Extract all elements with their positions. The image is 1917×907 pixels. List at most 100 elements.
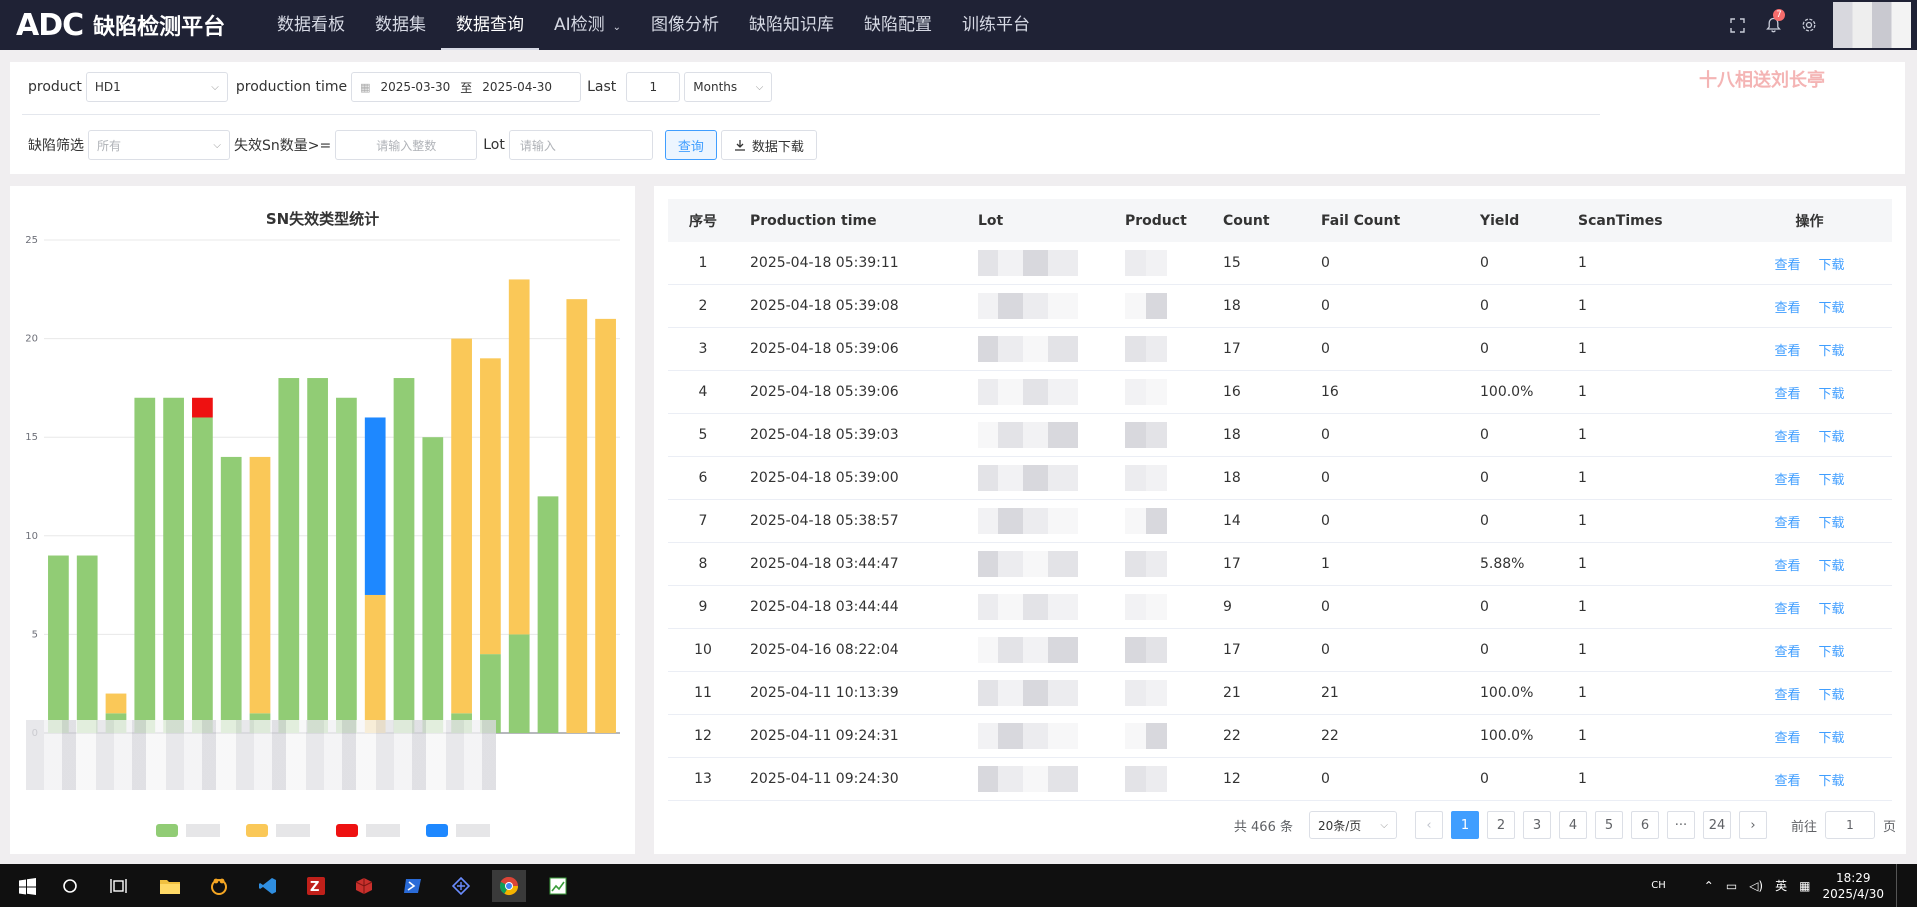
download-data-button[interactable]: 数据下载 <box>720 130 817 160</box>
defect-filter-select[interactable]: 所有 ⌵ <box>88 130 230 160</box>
view-link[interactable]: 查看 <box>1774 387 1800 402</box>
download-link[interactable]: 下载 <box>1819 430 1845 445</box>
bar-segment[interactable] <box>105 693 127 714</box>
nav-item-4[interactable]: 图像分析 <box>636 0 734 50</box>
view-link[interactable]: 查看 <box>1774 774 1800 789</box>
page-button[interactable]: 2 <box>1486 811 1515 839</box>
bar-segment[interactable] <box>336 397 357 733</box>
table-row[interactable]: 2 2025-04-18 05:39:08 18 0 0 1 查看 下载 <box>668 284 1892 328</box>
table-row[interactable]: 9 2025-04-18 03:44:44 9 0 0 1 查看 下载 <box>668 585 1892 629</box>
product-select[interactable]: HD1 ⌵ <box>85 72 228 102</box>
download-link[interactable]: 下载 <box>1819 645 1845 660</box>
page-button[interactable]: 6 <box>1630 811 1659 839</box>
download-link[interactable]: 下载 <box>1819 301 1845 316</box>
download-link[interactable]: 下载 <box>1819 731 1845 746</box>
bar-segment[interactable] <box>595 318 616 733</box>
avatar[interactable] <box>1833 2 1911 48</box>
legend-item[interactable] <box>155 822 220 838</box>
view-link[interactable]: 查看 <box>1774 344 1800 359</box>
page-button[interactable]: ··· <box>1666 811 1695 839</box>
nav-item-7[interactable]: 训练平台 <box>947 0 1045 50</box>
clock[interactable]: 18:29 2025/4/30 <box>1822 870 1884 902</box>
view-link[interactable]: 查看 <box>1774 559 1800 574</box>
bar-segment[interactable] <box>364 417 386 595</box>
download-link[interactable]: 下载 <box>1819 559 1845 574</box>
network-icon[interactable]: ▭ <box>1726 879 1737 893</box>
table-row[interactable]: 10 2025-04-16 08:22:04 17 0 0 1 查看 下载 <box>668 628 1892 672</box>
task-view-icon[interactable] <box>101 870 135 902</box>
page-size-select[interactable]: 20条/页 ⌵ <box>1308 811 1397 839</box>
download-link[interactable]: 下载 <box>1819 688 1845 703</box>
ime-lang[interactable]: 英 <box>1775 877 1787 894</box>
download-link[interactable]: 下载 <box>1819 774 1845 789</box>
download-link[interactable]: 下载 <box>1819 602 1845 617</box>
page-button[interactable]: 4 <box>1558 811 1587 839</box>
app-icon-chart[interactable] <box>541 870 575 902</box>
nav-item-3[interactable]: AI检测 ⌄ <box>539 0 636 50</box>
filezilla-icon[interactable]: Z <box>299 870 333 902</box>
table-row[interactable]: 12 2025-04-11 09:24:31 22 22 100.0% 1 查看 下载 <box>668 714 1892 758</box>
app-icon-orange[interactable] <box>202 870 236 902</box>
bar-segment[interactable] <box>278 378 300 733</box>
nav-item-5[interactable]: 缺陷知识库 <box>734 0 849 50</box>
lot-input[interactable]: 请输入 <box>508 130 653 160</box>
page-button[interactable]: 5 <box>1594 811 1623 839</box>
table-row[interactable]: 1 2025-04-18 05:39:11 15 0 0 1 查看 下载 <box>668 242 1892 285</box>
ch-indicator[interactable]: CH <box>1651 880 1666 891</box>
table-row[interactable]: 13 2025-04-11 09:24:30 12 0 0 1 查看 下载 <box>668 757 1892 801</box>
table-row[interactable]: 3 2025-04-18 05:39:06 17 0 0 1 查看 下载 <box>668 327 1892 371</box>
legend-item[interactable] <box>425 822 490 838</box>
fullscreen-icon[interactable] <box>1719 0 1755 50</box>
date-range-picker[interactable]: ▦ 2025-03-30 至 2025-04-30 <box>351 72 582 102</box>
date-to[interactable]: 2025-04-30 <box>482 80 552 94</box>
bar-segment[interactable] <box>566 299 588 733</box>
view-link[interactable]: 查看 <box>1774 602 1800 617</box>
bar-segment[interactable] <box>48 555 69 733</box>
legend-item[interactable] <box>335 822 400 838</box>
app-icon-red-cube[interactable] <box>347 870 381 902</box>
show-desktop-button[interactable] <box>1896 864 1903 907</box>
app-icon-blue-grid[interactable] <box>444 870 478 902</box>
bar-segment[interactable] <box>220 456 242 733</box>
bar-segment[interactable] <box>364 594 386 733</box>
fail-sn-input[interactable]: 请输入整数 <box>335 130 478 160</box>
next-page-button[interactable]: › <box>1738 811 1767 839</box>
app-logo[interactable]: ADC 缺陷检测平台 <box>16 8 225 43</box>
vscode-icon[interactable] <box>251 870 285 902</box>
windows-start-icon[interactable] <box>10 870 44 902</box>
bar-segment[interactable] <box>508 634 530 733</box>
bar-segment[interactable] <box>192 397 213 418</box>
gear-icon[interactable] <box>1791 0 1827 50</box>
table-row[interactable]: 8 2025-04-18 03:44:47 17 1 5.88% 1 查看 下载 <box>668 542 1892 586</box>
bar-segment[interactable] <box>480 358 501 655</box>
table-row[interactable]: 4 2025-04-18 05:39:06 16 16 100.0% 1 查看 下载 <box>668 370 1892 414</box>
table-row[interactable]: 11 2025-04-11 10:13:39 21 21 100.0% 1 查看 下载 <box>668 671 1892 715</box>
table-row[interactable]: 7 2025-04-18 05:38:57 14 0 0 1 查看 下载 <box>668 499 1892 543</box>
download-link[interactable]: 下载 <box>1819 516 1845 531</box>
query-button[interactable]: 查询 <box>664 130 717 160</box>
view-link[interactable]: 查看 <box>1774 516 1800 531</box>
download-link[interactable]: 下载 <box>1819 473 1845 488</box>
nav-item-1[interactable]: 数据集 <box>360 0 441 50</box>
view-link[interactable]: 查看 <box>1774 731 1800 746</box>
volume-icon[interactable]: ◁) <box>1749 879 1763 893</box>
download-link[interactable]: 下载 <box>1819 387 1845 402</box>
bar-segment[interactable] <box>76 555 98 733</box>
bar-segment[interactable] <box>422 437 444 733</box>
legend-item[interactable] <box>245 822 310 838</box>
last-unit-select[interactable]: Months ⌵ <box>684 72 773 102</box>
page-button[interactable]: 24 <box>1702 811 1731 839</box>
goto-page-input[interactable]: 1 <box>1824 811 1875 839</box>
bell-icon[interactable]: 7 <box>1755 0 1791 50</box>
page-button[interactable]: 3 <box>1522 811 1551 839</box>
download-link[interactable]: 下载 <box>1819 258 1845 273</box>
chevron-up-icon[interactable]: ⌃ <box>1704 879 1714 893</box>
date-from[interactable]: 2025-03-30 <box>381 80 451 94</box>
view-link[interactable]: 查看 <box>1774 430 1800 445</box>
bar-segment[interactable] <box>537 496 559 733</box>
bar-segment[interactable] <box>307 378 328 733</box>
nav-item-0[interactable]: 数据看板 <box>262 0 360 50</box>
search-icon[interactable] <box>53 870 87 902</box>
page-button[interactable]: 1 <box>1450 811 1479 839</box>
prev-page-button[interactable]: ‹ <box>1414 811 1443 839</box>
